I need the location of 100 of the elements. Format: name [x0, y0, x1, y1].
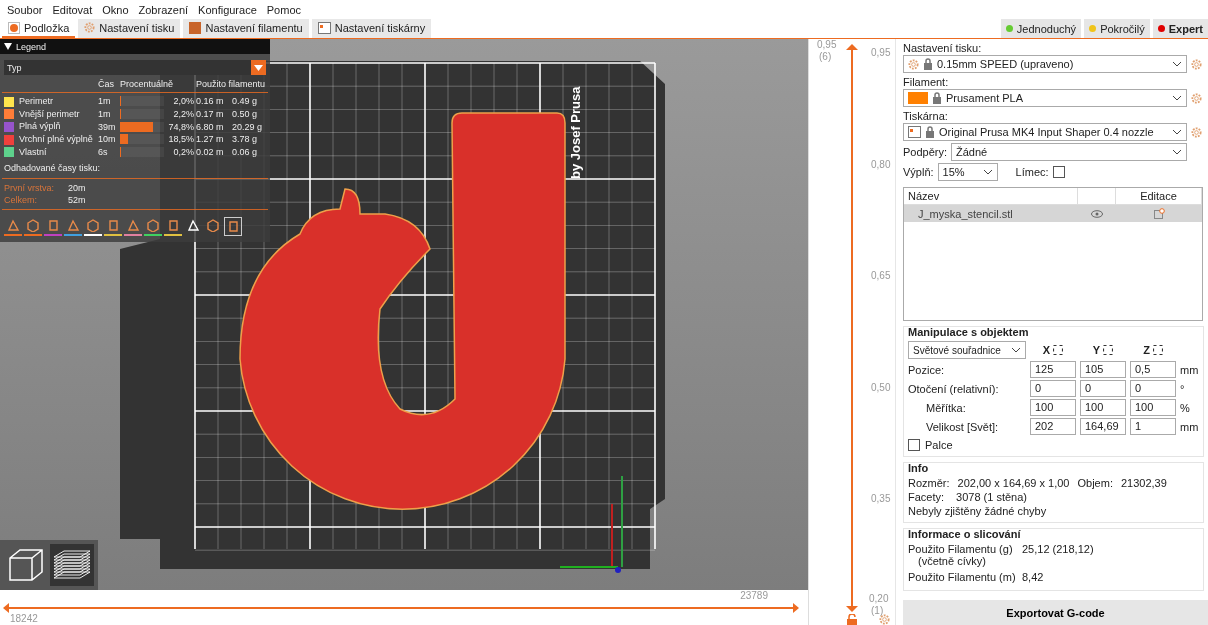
- supports-label: Podpěry:: [903, 146, 948, 158]
- number-field[interactable]: 202: [1030, 418, 1076, 435]
- lock-icon[interactable]: [847, 614, 857, 625]
- reset-icon[interactable]: [1053, 345, 1064, 355]
- caret-icon: [254, 64, 263, 71]
- tab[interactable]: Nastavení filamentu: [183, 19, 309, 38]
- layer-height: 0,20: [869, 593, 889, 604]
- tab[interactable]: Podložka: [2, 19, 76, 38]
- slider-value: 18242: [10, 613, 38, 624]
- legend-option-icon[interactable]: [164, 217, 182, 237]
- preset-label: Nastavení tisku:: [903, 42, 983, 54]
- info-value: 25,12 (218,12): [1022, 543, 1095, 557]
- number-field[interactable]: 0: [1130, 380, 1176, 397]
- preset-dropdown[interactable]: Original Prusa MK4 Input Shaper 0.4 nozzle: [903, 123, 1187, 141]
- column-header: Čas: [98, 79, 115, 89]
- menu-item[interactable]: Editovat: [47, 3, 98, 16]
- layers-view-button[interactable]: [50, 544, 94, 586]
- reset-icon[interactable]: [1152, 345, 1163, 355]
- infill-label: Výplň:: [903, 166, 934, 178]
- slider-thumb[interactable]: [793, 603, 799, 613]
- brim-checkbox[interactable]: [1052, 166, 1065, 178]
- legend-option-icon[interactable]: [104, 217, 122, 237]
- tick-label: 0,65: [871, 270, 891, 281]
- field-label: Měřítka:: [925, 401, 967, 414]
- tab[interactable]: Nastavení tiskárny: [311, 19, 432, 38]
- weight-value: 0.06 g: [232, 146, 259, 157]
- bed-label: by Josef Prusa: [568, 86, 583, 179]
- preset-dropdown[interactable]: Prusament PLA: [903, 89, 1187, 107]
- section-title: Info: [908, 462, 930, 474]
- preset-dropdown[interactable]: 0.15mm SPEED (upraveno): [903, 55, 1187, 73]
- lock-icon: [923, 58, 933, 70]
- caret-icon: [982, 169, 993, 175]
- menu-item[interactable]: Zobrazení: [133, 3, 194, 16]
- number-field[interactable]: 1: [1130, 418, 1176, 435]
- column-header: Procentuálně: [120, 79, 175, 89]
- infill-dropdown[interactable]: 15%: [937, 163, 998, 181]
- number-field[interactable]: 100: [1030, 399, 1076, 416]
- unit-label: mm: [1180, 420, 1200, 433]
- slider-thumb[interactable]: [845, 43, 859, 50]
- length-value: 0.02 m: [196, 146, 225, 157]
- settings-icon[interactable]: [908, 58, 919, 70]
- mode-button[interactable]: Jednoduchý: [1000, 19, 1082, 38]
- supports-dropdown[interactable]: Žádné: [951, 143, 1188, 161]
- settings-icon[interactable]: [1191, 126, 1202, 138]
- info-value: 21302,39: [1120, 477, 1167, 489]
- number-field[interactable]: 100: [1130, 399, 1176, 416]
- slider-value: 23789: [740, 590, 768, 601]
- weight-value: 3.78 g: [232, 134, 259, 145]
- export-button[interactable]: Exportovat G-code: [903, 600, 1208, 625]
- info-label: Objem:: [1077, 477, 1113, 489]
- inches-checkbox[interactable]: [908, 439, 920, 451]
- legend-option-icon[interactable]: [224, 217, 242, 237]
- slider-thumb[interactable]: [845, 606, 859, 613]
- horizontal-slider[interactable]: [3, 603, 799, 613]
- legend-item: Vlastní: [4, 146, 96, 158]
- edit-icon[interactable]: [1153, 208, 1165, 219]
- layer-height: 0,95: [817, 39, 837, 50]
- length-value: 0.17 m: [196, 108, 225, 119]
- field-label: Velikost [Svět]:: [925, 420, 1000, 433]
- coordinates-dropdown[interactable]: Světové souřadnice: [908, 341, 1026, 359]
- number-field[interactable]: 0: [1030, 380, 1076, 397]
- percent-value: 0,2%: [172, 146, 194, 157]
- eye-icon[interactable]: [1091, 209, 1103, 218]
- filament-color-swatch[interactable]: [908, 92, 928, 104]
- reset-icon[interactable]: [1103, 345, 1114, 355]
- brim-label: Límec:: [1015, 166, 1049, 178]
- lock-icon: [932, 92, 942, 104]
- tab[interactable]: Nastavení tisku: [78, 19, 181, 38]
- tick-label: 0,35: [871, 493, 891, 504]
- view-type-dropdown[interactable]: Typ: [4, 60, 266, 75]
- number-field[interactable]: 0: [1080, 380, 1126, 397]
- vertical-slider[interactable]: [845, 43, 859, 613]
- info-status: Nebyly zjištěny žádné chyby: [908, 505, 1047, 517]
- legend-header[interactable]: Legend: [0, 39, 270, 54]
- slider-thumb[interactable]: [3, 603, 9, 613]
- menu-item[interactable]: Konfigurace: [193, 3, 262, 16]
- object-row[interactable]: J_myska_stencil.stl: [904, 205, 1202, 222]
- section-title: Manipulace s objektem: [908, 326, 1030, 338]
- menu-item[interactable]: Pomoc: [261, 3, 307, 16]
- menu-item[interactable]: Soubor: [2, 3, 48, 16]
- time-value: 1m: [98, 96, 112, 107]
- settings-icon[interactable]: [879, 614, 890, 625]
- mode-button[interactable]: Pokročilý: [1084, 19, 1150, 38]
- legend-option-icon[interactable]: [144, 217, 162, 237]
- menu-item[interactable]: Okno: [97, 3, 134, 16]
- settings-icon[interactable]: [84, 22, 96, 33]
- number-field[interactable]: 164,69: [1080, 418, 1126, 435]
- mode-button[interactable]: Expert: [1152, 19, 1208, 38]
- settings-icon[interactable]: [1191, 58, 1202, 70]
- time-value: 6s: [98, 146, 109, 157]
- layer-number: (6): [819, 51, 832, 62]
- number-field[interactable]: 0,5: [1130, 361, 1176, 378]
- number-field[interactable]: 105: [1080, 361, 1126, 378]
- estimate-label: První vrstva:: [4, 183, 55, 194]
- legend-item: Perimetr: [4, 96, 96, 107]
- info-label: (včetně cívky): [917, 555, 987, 567]
- number-field[interactable]: 100: [1080, 399, 1126, 416]
- number-field[interactable]: 125: [1030, 361, 1076, 378]
- settings-icon[interactable]: [1191, 92, 1202, 104]
- time-value: 39m: [98, 121, 117, 132]
